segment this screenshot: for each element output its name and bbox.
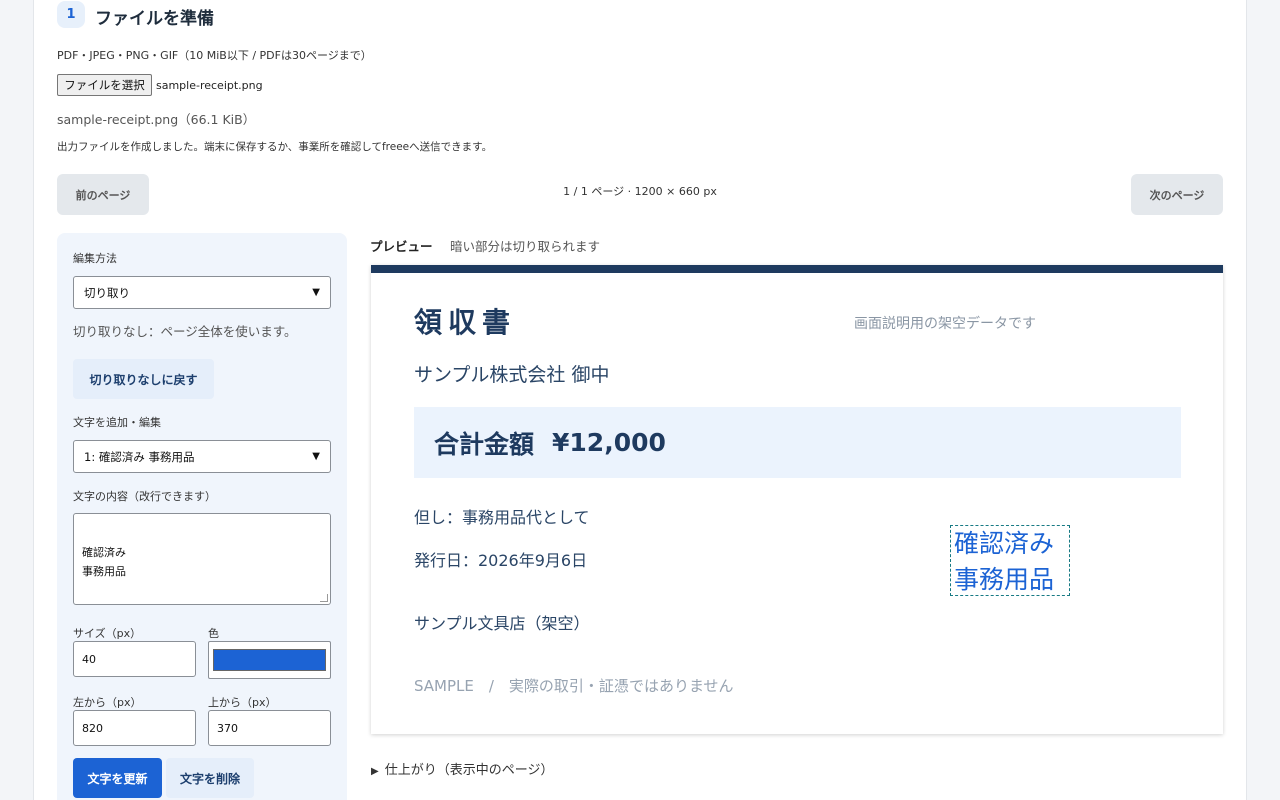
- text-content-textarea[interactable]: 確認済み 事務用品: [73, 513, 331, 605]
- output-created-message: 出力ファイルを作成しました。端末に保存するか、事業所を確認してfreeeへ送信で…: [57, 141, 493, 153]
- crop-description: 切り取りなし：ページ全体を使います。: [73, 324, 297, 339]
- finish-disclosure[interactable]: ▶ 仕上がり（表示中のページ）: [371, 759, 553, 778]
- edit-method-select[interactable]: 切り取り ▼: [73, 276, 331, 309]
- preview-label: プレビュー: [370, 239, 433, 254]
- receipt-issuer: サンプル文具店（架空）: [414, 614, 590, 633]
- delete-text-button[interactable]: 文字を削除: [166, 758, 254, 798]
- file-format-hint: PDF・JPEG・PNG・GIF（10 MiB以下 / PDFは30ページまで）: [57, 49, 372, 62]
- text-edit-label: 文字を追加・編集: [73, 416, 161, 429]
- receipt-disclaimer: 画面説明用の架空データです: [854, 316, 1036, 332]
- left-offset-input[interactable]: 820: [73, 710, 196, 746]
- top-offset-label: 上から（px）: [208, 696, 277, 709]
- color-label: 色: [208, 627, 219, 640]
- file-info: sample-receipt.png（66.1 KiB）: [57, 112, 256, 127]
- color-picker[interactable]: [208, 641, 331, 679]
- text-content-label: 文字の内容（改行できます）: [73, 490, 216, 503]
- edit-method-value: 切り取り: [84, 285, 130, 300]
- choose-file-button[interactable]: ファイルを選択: [57, 74, 152, 96]
- prev-page-button[interactable]: 前のページ: [57, 174, 149, 215]
- text-content-value: 確認済み 事務用品: [82, 546, 126, 578]
- finish-label: 仕上がり（表示中のページ）: [384, 763, 554, 778]
- next-page-button[interactable]: 次のページ: [1131, 174, 1223, 215]
- top-offset-input[interactable]: 370: [208, 710, 331, 746]
- receipt-memo: 但し：事務用品代として: [414, 508, 590, 527]
- left-offset-label: 左から（px）: [73, 696, 142, 709]
- preview-canvas[interactable]: 領収書 画面説明用の架空データです サンプル株式会社 御中 合計金額 ¥12,0…: [371, 265, 1223, 734]
- text-item-value: 1: 確認済み 事務用品: [84, 449, 195, 464]
- disclosure-triangle-icon: ▶: [371, 766, 379, 777]
- receipt-issue-date: 発行日：2026年9月6日: [414, 551, 588, 570]
- color-swatch: [213, 649, 326, 671]
- receipt-header-bar: [371, 265, 1223, 273]
- receipt-footer: SAMPLE / 実際の取引・証憑ではありません: [414, 677, 734, 695]
- chevron-down-icon: ▼: [312, 287, 320, 298]
- resize-grip-icon[interactable]: [320, 594, 328, 602]
- added-text-overlay[interactable]: 確認済み 事務用品: [950, 525, 1070, 596]
- size-input[interactable]: 40: [73, 641, 196, 677]
- receipt-total-label: 合計金額: [434, 429, 535, 459]
- chosen-file-name: sample-receipt.png: [156, 79, 263, 92]
- receipt-total-amount: ¥12,000: [552, 428, 666, 457]
- reset-crop-button[interactable]: 切り取りなしに戻す: [73, 359, 214, 399]
- step-title: ファイルを準備: [95, 9, 214, 29]
- text-item-select[interactable]: 1: 確認済み 事務用品 ▼: [73, 440, 331, 473]
- receipt-title: 領収書: [414, 306, 517, 339]
- page-status: 1 / 1 ページ · 1200 × 660 px: [563, 185, 717, 198]
- step-number-badge: 1: [57, 1, 85, 28]
- edit-method-label: 編集方法: [73, 252, 117, 265]
- receipt-addressee: サンプル株式会社 御中: [414, 364, 610, 386]
- receipt-total-box: 合計金額 ¥12,000: [414, 407, 1181, 478]
- size-label: サイズ（px）: [73, 627, 142, 640]
- update-text-button[interactable]: 文字を更新: [73, 758, 162, 798]
- chevron-down-icon: ▼: [312, 451, 320, 462]
- preview-note: 暗い部分は切り取られます: [450, 239, 601, 254]
